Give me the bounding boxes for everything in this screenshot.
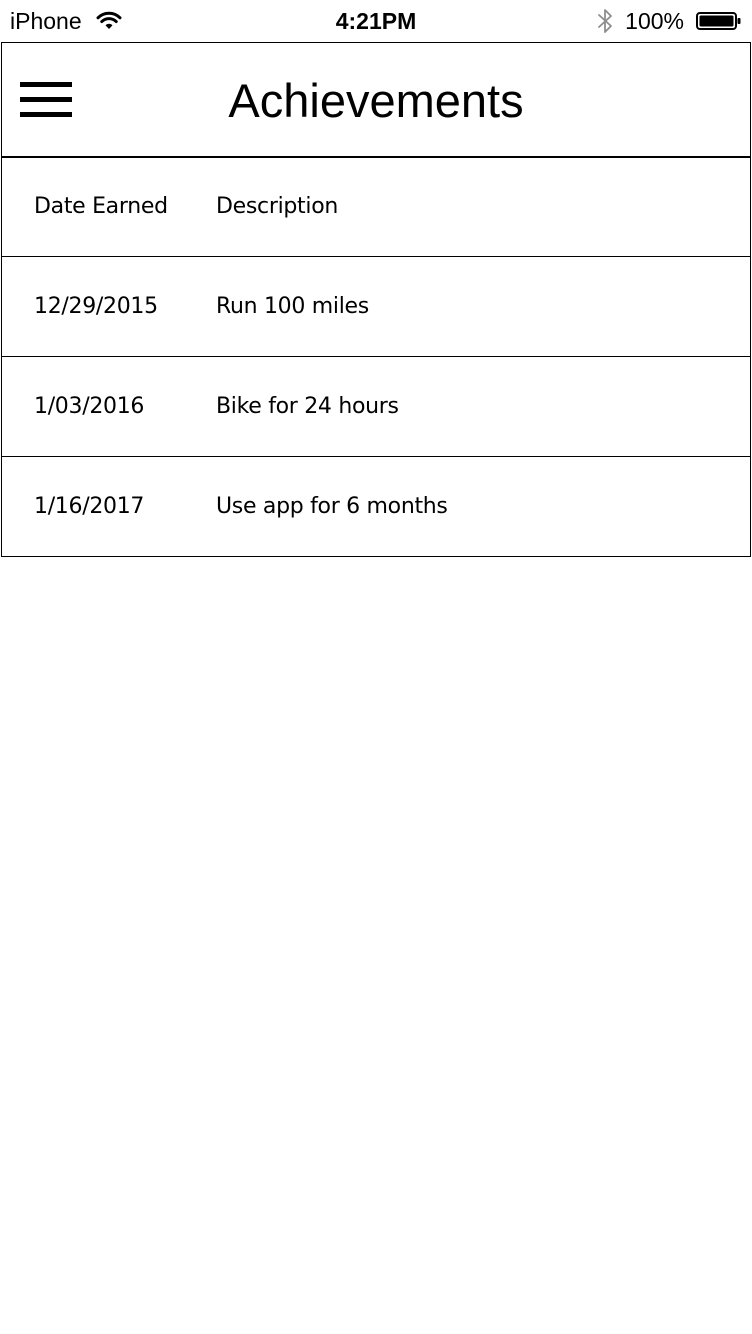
status-bar: iPhone 4:21PM 100% (0, 0, 752, 42)
page-title: Achievements (228, 74, 524, 127)
table-row[interactable]: 1/16/2017 Use app for 6 months (1, 457, 751, 557)
table-row[interactable]: 12/29/2015 Run 100 miles (1, 257, 751, 357)
battery-percent: 100% (625, 7, 684, 34)
table-header-row: Date Earned Description (1, 156, 751, 257)
column-header-date: Date Earned (34, 194, 168, 219)
nav-header: Achievements (1, 42, 751, 158)
achievements-table: Date Earned Description 12/29/2015 Run 1… (1, 156, 751, 557)
bluetooth-icon (597, 7, 613, 35)
achievement-date: 12/29/2015 (34, 294, 158, 319)
achievement-description: Run 100 miles (216, 294, 369, 319)
achievement-description: Use app for 6 months (216, 494, 448, 519)
achievement-date: 1/16/2017 (34, 494, 145, 519)
table-row[interactable]: 1/03/2016 Bike for 24 hours (1, 357, 751, 457)
battery-icon (696, 11, 742, 31)
achievement-description: Bike for 24 hours (216, 394, 399, 419)
status-right: 100% (597, 6, 742, 36)
column-header-description: Description (216, 194, 338, 219)
achievement-date: 1/03/2016 (34, 394, 145, 419)
